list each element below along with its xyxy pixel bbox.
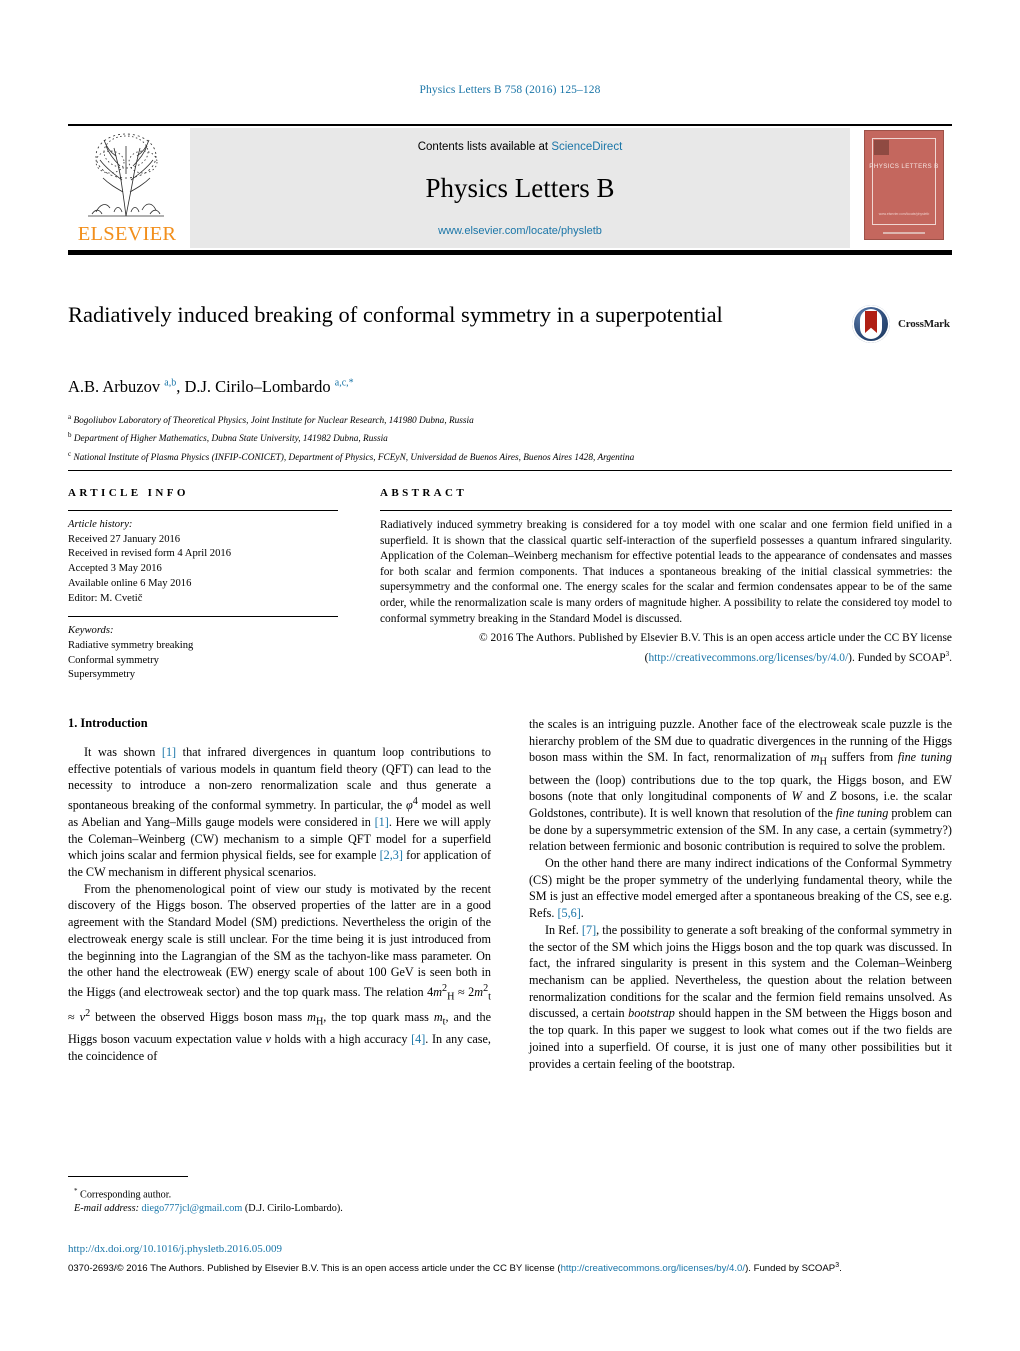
info-abstract-band: ARTICLE INFO Article history: Received 2… (68, 470, 952, 683)
abstract-copyright: © 2016 The Authors. Published by Elsevie… (380, 631, 952, 666)
license-period: . (949, 651, 952, 664)
contents-list-line: Contents lists available at ScienceDirec… (190, 128, 850, 153)
keywords-label: Keywords: (68, 625, 114, 637)
article-info-rule (68, 510, 338, 511)
paper-page: Physics Letters B 758 (2016) 125–128 ELS… (0, 0, 1020, 1351)
email-address-label: E-mail address: (74, 1203, 139, 1215)
cover-corner-block (874, 140, 889, 155)
article-info-heading: ARTICLE INFO (68, 487, 189, 499)
doi-link[interactable]: http://dx.doi.org/10.1016/j.physletb.201… (68, 1243, 952, 1256)
abstract-heading: ABSTRACT (380, 487, 468, 499)
elsevier-wordmark: ELSEVIER (77, 223, 177, 245)
keyword-item-1: Radiative symmetry breaking (68, 639, 194, 651)
abstract-column: ABSTRACT Radiatively induced symmetry br… (358, 487, 952, 683)
corresponding-email-owner: (D.J. Cirilo-Lombardo). (244, 1203, 343, 1215)
affiliation-mark-c: c (68, 449, 72, 458)
paragraph-right-3: In Ref. [7], the possibility to generate… (529, 922, 953, 1071)
affiliation-text-b: Department of Higher Mathematics, Dubna … (73, 434, 388, 445)
journal-title: Physics Letters B (425, 173, 615, 203)
history-item-revised: Received in revised form 4 April 2016 (68, 548, 231, 560)
paragraph-right-1: the scales is an intriguing puzzle. Anot… (529, 717, 952, 854)
affiliation-b: b Department of Higher Mathematics, Dubn… (68, 428, 952, 446)
footer-scoap-text: SCOAP (801, 1263, 836, 1275)
affiliation-a: a Bogoliubov Laboratory of Theoretical P… (68, 410, 952, 428)
journal-masthead: ELSEVIER Contents lists available at Sci… (68, 124, 952, 255)
copyright-text: © 2016 The Authors. Published by Elsevie… (479, 632, 952, 645)
article-history-label: Article history: (68, 519, 133, 530)
footer-cc-license-link[interactable]: http://creativecommons.org/licenses/by/4… (561, 1264, 746, 1275)
left-column: 1. Introduction It was shown [1] that in… (68, 716, 491, 1072)
crossmark-icon (852, 305, 890, 343)
footer-copyright-line: 0370-2693/© 2016 The Authors. Published … (68, 1259, 952, 1276)
history-item-editor: Editor: M. Cvetič (68, 592, 143, 604)
running-head: Physics Letters B 758 (2016) 125–128 (419, 84, 601, 96)
page-footer: http://dx.doi.org/10.1016/j.physletb.201… (68, 1243, 952, 1276)
author-list: A.B. Arbuzov a,b, D.J. Cirilo–Lombardo a… (68, 377, 952, 397)
footnote-rule (68, 1176, 188, 1177)
right-column: the scales is an intriguing puzzle. Anot… (529, 716, 952, 1072)
keywords-block: Keywords: Radiative symmetry breaking Co… (68, 624, 338, 683)
article-history-block: Article history: Received 27 January 201… (68, 518, 338, 606)
paragraph-right-2: On the other hand there are many indirec… (529, 856, 952, 921)
affiliation-c: c National Institute of Plasma Physics (… (68, 447, 952, 465)
history-item-received: Received 27 January 2016 (68, 533, 181, 545)
journal-cover-thumbnail: PHYSICS LETTERS B www.elsevier.com/locat… (856, 128, 952, 248)
article-info-column: ARTICLE INFO Article history: Received 2… (68, 487, 358, 683)
footnote-corresponding-line: * Corresponding author. (68, 1184, 491, 1202)
keyword-item-3: Supersymmetry (68, 669, 136, 681)
footer-after-license: ). Funded by (745, 1263, 799, 1275)
sciencedirect-link[interactable]: ScienceDirect (551, 141, 622, 153)
history-item-online: Available online 6 May 2016 (68, 577, 192, 589)
masthead-bottom-rule (68, 250, 952, 255)
affiliation-text-a: Bogoliubov Laboratory of Theoretical Phy… (73, 416, 474, 427)
keywords-rule (68, 616, 338, 618)
masthead-top-rule (68, 124, 952, 126)
page-title: Radiatively induced breaking of conforma… (68, 302, 723, 327)
crossmark-badge-group[interactable]: CrossMark (852, 305, 952, 345)
footnote-corresponding-text: Corresponding author. (80, 1189, 172, 1201)
footer-scoap-period: . (839, 1263, 842, 1275)
abstract-rule (380, 510, 952, 511)
authors-text: A.B. Arbuzov a,b, D.J. Cirilo–Lombardo a… (68, 377, 354, 396)
cover-bottom-bar (883, 232, 925, 234)
affiliation-mark-b: b (68, 431, 72, 440)
abstract-text: Radiatively induced symmetry breaking is… (380, 519, 952, 625)
crossmark-label: CrossMark (898, 318, 950, 330)
footnote-email-line: E-mail address: diego777jcl@gmail.com (D… (68, 1202, 491, 1216)
body-columns: 1. Introduction It was shown [1] that in… (68, 716, 952, 1072)
history-item-accepted: Accepted 3 May 2016 (68, 563, 162, 575)
footnote-marker: * (74, 1187, 78, 1195)
affiliation-mark-a: a (68, 413, 72, 421)
keyword-item-2: Conformal symmetry (68, 654, 159, 666)
cc-license-link[interactable]: http://creativecommons.org/licenses/by/4… (648, 652, 848, 664)
elsevier-logo: ELSEVIER (68, 128, 186, 248)
elsevier-tree-icon (88, 133, 164, 217)
paragraph-left-1: It was shown [1] that infrared divergenc… (68, 745, 491, 879)
issn-copyright-text: 0370-2693/© 2016 The Authors. Published … (68, 1263, 561, 1275)
contents-prefix: Contents lists available at (417, 141, 552, 153)
cover-footer-text: www.elsevier.com/locate/physletb (878, 212, 930, 217)
title-area: Radiatively induced breaking of conforma… (68, 300, 952, 343)
journal-homepage-link[interactable]: www.elsevier.com/locate/physletb (190, 225, 850, 237)
section-heading-introduction: 1. Introduction (68, 716, 148, 730)
license-suffix: ). Funded by SCOAP (848, 651, 946, 664)
corresponding-author-footnote: * Corresponding author. E-mail address: … (68, 1176, 491, 1216)
paragraph-left-2: From the phenomenological point of view … (68, 881, 491, 1064)
corresponding-email-link[interactable]: diego777jcl@gmail.com (142, 1203, 243, 1214)
affiliation-list: a Bogoliubov Laboratory of Theoretical P… (68, 410, 952, 465)
affiliation-text-c: National Institute of Plasma Physics (IN… (73, 452, 635, 463)
cover-title-text: PHYSICS LETTERS B (869, 163, 939, 170)
journal-banner: Contents lists available at ScienceDirec… (190, 128, 850, 248)
